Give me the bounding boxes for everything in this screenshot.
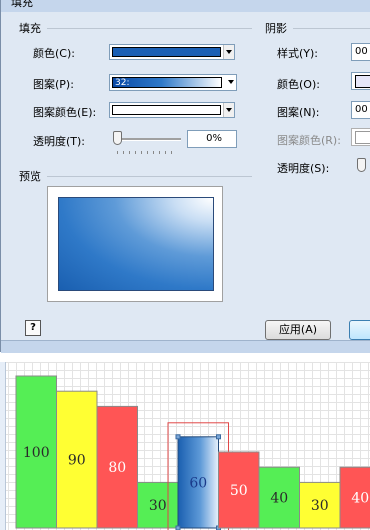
bar-label-2: 90: [68, 453, 86, 469]
shadow-pattern-color-dropdown[interactable]: [351, 128, 370, 146]
fill-transparency-label: 透明度(T):: [33, 135, 86, 148]
dialog-title: 填充: [11, 0, 33, 9]
pattern-color-swatch: [112, 105, 221, 115]
shadow-pattern-label: 图案(N):: [277, 106, 320, 119]
shadow-color-label: 颜色(O):: [277, 78, 320, 91]
ok-button[interactable]: [349, 320, 370, 340]
canvas-ruler-edge: [0, 362, 6, 530]
preview-section-divider: [47, 176, 252, 177]
fill-dialog: 填充 填充 颜色(C): 图案(P): 32: 图案颜色(E): 透明度(T):…: [0, 0, 370, 353]
shadow-style-dropdown[interactable]: 00: [351, 43, 370, 61]
shadow-color-swatch: [355, 75, 370, 88]
pattern-gradient-swatch: 32:: [112, 77, 222, 88]
apply-button[interactable]: 应用(A): [265, 320, 331, 340]
resize-handle[interactable]: [175, 434, 181, 440]
drawing-canvas[interactable]: 100 90 80 30 60 50 40 30 40: [0, 362, 370, 530]
resize-handle[interactable]: [175, 525, 181, 530]
bar-label-1: 100: [23, 445, 50, 461]
fill-pattern-dropdown[interactable]: 32:: [109, 74, 237, 91]
pattern-color-dropdown[interactable]: [109, 102, 235, 118]
pattern-value: 32:: [115, 78, 130, 88]
fill-color-label: 颜色(C):: [33, 47, 75, 60]
preview-shape: [58, 197, 214, 291]
fill-section-divider: [47, 28, 252, 29]
preview-panel: [47, 186, 223, 302]
pattern-color-label: 图案颜色(E):: [33, 106, 97, 119]
fill-transparency-track: [113, 138, 181, 141]
preview-section-heading: 预览: [19, 170, 41, 183]
bar-label-8: 30: [311, 498, 329, 514]
shadow-section-divider: [293, 28, 370, 29]
shadow-transparency-slider[interactable]: [357, 158, 366, 172]
dialog-title-bar: 填充: [1, 0, 370, 12]
bar-label-9: 40: [351, 491, 369, 507]
chevron-down-icon: [223, 45, 234, 59]
fill-pattern-label: 图案(P):: [33, 78, 74, 91]
bar-label-7: 40: [270, 491, 288, 507]
help-icon: ?: [30, 322, 36, 333]
shadow-pattern-color-label: 图案颜色(R):: [277, 134, 341, 147]
shadow-pattern-dropdown[interactable]: 00: [351, 101, 370, 119]
fill-transparency-slider[interactable]: [113, 131, 122, 145]
bar-chart: 100 90 80 30 60 50 40 30 40: [15, 375, 370, 530]
fill-color-dropdown[interactable]: [109, 44, 235, 60]
fill-section-heading: 填充: [19, 22, 41, 35]
help-button[interactable]: ?: [25, 320, 41, 336]
dialog-frame-bottom: [1, 340, 370, 353]
bar-label-4: 30: [149, 498, 167, 514]
bar-label-6: 50: [230, 483, 248, 499]
shadow-pattern-color-swatch: [355, 131, 370, 144]
shadow-section-heading: 阴影: [265, 22, 287, 35]
fill-transparency-input[interactable]: 0%: [187, 130, 237, 148]
shadow-style-label: 样式(Y):: [277, 47, 319, 60]
resize-handle[interactable]: [216, 434, 221, 440]
fill-color-swatch: [112, 47, 221, 57]
chevron-down-icon: [223, 103, 234, 117]
bar-label-5: 60: [189, 475, 207, 491]
slider-ticks: [117, 151, 177, 154]
shadow-color-dropdown[interactable]: [351, 72, 370, 90]
bar-label-3: 80: [108, 460, 126, 476]
chevron-down-icon: [228, 80, 234, 84]
shadow-transparency-label: 透明度(S):: [277, 162, 330, 175]
